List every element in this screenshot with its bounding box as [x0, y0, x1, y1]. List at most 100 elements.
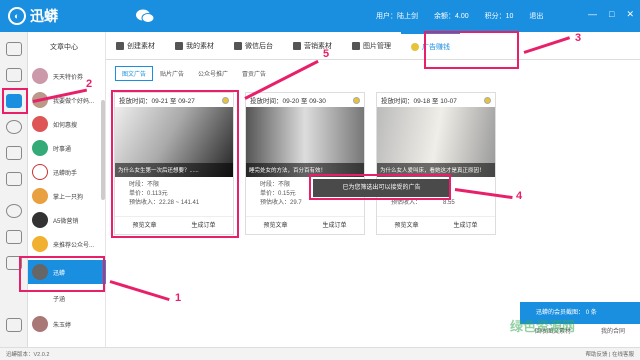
status-bar: 迅蟒版本：V2.0.2 帮助反馈 | 在线客服 [0, 347, 640, 360]
avatar [32, 68, 48, 84]
sidebar-item-label: 时事通 [53, 146, 72, 153]
grid-icon [175, 41, 183, 50]
sidebar-title: 文章中心 [50, 44, 78, 51]
help-link[interactable]: 帮助反馈 [585, 352, 607, 358]
preview-button[interactable]: 预览文章 [377, 217, 436, 234]
sidebar-item[interactable]: 时事通 [28, 136, 106, 160]
ad-card[interactable]: 投放时间：09-18 至 10-07 为什么女人爱叫床，看她这才是真正原因！ 时… [376, 92, 496, 235]
edit-icon[interactable] [6, 172, 22, 186]
chat-icon[interactable] [6, 318, 22, 332]
home-icon[interactable] [6, 42, 22, 56]
watermark: 绿色资源网 [510, 319, 576, 334]
annotation-box-5 [111, 90, 239, 238]
annotation-box-1 [19, 256, 105, 292]
card-image: 为什么女人爱叫床，看她这才是真正原因！ [377, 107, 495, 177]
annotation-box-2 [2, 88, 28, 114]
ad-card[interactable]: 投放时间：09-20 至 09-30 睡完处女的方法，百分百有效！ 时段：不限 … [245, 92, 365, 235]
image-icon [352, 41, 360, 50]
avatar [32, 116, 48, 132]
card-image: 睡完处女的方法，百分百有效！ [246, 107, 364, 177]
card-period: 投放时间：09-20 至 09-30 [250, 98, 326, 105]
card-header: 投放时间：09-18 至 10-07 [377, 93, 495, 107]
refresh-icon[interactable] [6, 146, 22, 160]
card-header: 投放时间：09-20 至 09-30 [246, 93, 364, 107]
sidebar-scrollbar[interactable] [101, 100, 105, 200]
annotation-label-3: 3 [575, 32, 582, 44]
annotation-label-2: 2 [86, 78, 93, 90]
version-text: 迅蟒版本：V2.0.2 [6, 352, 50, 358]
subtab-sticker[interactable]: 贴片广告 [153, 66, 191, 81]
tab-create[interactable]: 创建素材 [106, 32, 165, 60]
sidebar-item-label: 迅蟒助手 [53, 170, 78, 177]
balance-value: 4.00 [455, 13, 469, 20]
tab-label: 创建素材 [127, 42, 155, 50]
sidebar-item[interactable]: 如何惠搜 [28, 112, 106, 136]
logout-link[interactable]: 退出 [529, 11, 543, 21]
subtab-image-text[interactable]: 图文广告 [115, 66, 154, 81]
sidebar-item-label: 子涵 [53, 296, 66, 303]
balance-label: 余额： [434, 13, 455, 20]
sidebar-item[interactable]: 来推荐公众号... [28, 232, 106, 256]
sidebar-item-label: 如何惠搜 [53, 122, 78, 129]
maximize-icon[interactable]: □ [609, 9, 614, 20]
annotation-arrow-1 [109, 280, 170, 302]
image-icon[interactable] [6, 230, 22, 244]
tab-wechat-backend[interactable]: 微信后台 [224, 32, 283, 60]
create-order-button[interactable]: 生成订单 [436, 217, 495, 234]
tab-marketing[interactable]: 营销素材 [283, 32, 342, 60]
avatar [32, 188, 48, 204]
pen-icon [116, 41, 124, 50]
subtab-other[interactable]: 冒贡广告 [235, 66, 273, 81]
user-icon[interactable] [6, 204, 22, 218]
tab-label: 我的素材 [186, 42, 214, 50]
sidebar-item[interactable]: 掌上一只狗 [28, 184, 106, 208]
preview-button[interactable]: 预览文章 [246, 217, 305, 234]
sidebar-item[interactable]: 朱玉婷 [28, 312, 106, 336]
top-bar: ◐ 迅蟒 用户：陆上剑 余额：4.00 积分：10 退出 — □ ✕ [0, 0, 640, 32]
create-order-button[interactable]: 生成订单 [305, 217, 364, 234]
promo-count: 0 条 [585, 310, 597, 316]
monitor-icon[interactable] [6, 68, 22, 82]
card-income: 预估收入： [391, 200, 422, 206]
minimize-icon[interactable]: — [588, 9, 597, 20]
chart-icon [293, 41, 301, 50]
avatar [32, 316, 48, 332]
avatar [32, 164, 48, 180]
avatar [32, 212, 48, 228]
tab-images[interactable]: 图片管理 [342, 32, 401, 60]
avatar [32, 140, 48, 156]
logo-icon: ◐ [8, 7, 26, 25]
annotation-box-4 [309, 174, 451, 200]
subtab-account-promo[interactable]: 公众号推广 [191, 66, 235, 81]
main-tabs: 创建素材 我的素材 微信后台 营销素材 图片管理 广告赚钱 [106, 31, 640, 60]
left-icon-nav [0, 32, 28, 347]
user-name: 陆上剑 [397, 13, 418, 20]
tab-my-materials[interactable]: 我的素材 [165, 32, 224, 60]
settings-icon[interactable] [6, 120, 22, 134]
app-name: 迅蟒 [30, 8, 58, 24]
coin-icon [484, 96, 491, 104]
sidebar-item[interactable]: 迅蟒助手 [28, 160, 106, 184]
card-income: 预估收入：29.7 [260, 200, 302, 206]
sidebar-item[interactable]: 天天特价券 [28, 64, 106, 88]
ad-subtabs: 图文广告 贴片广告 公众号推广 冒贡广告 [115, 66, 273, 81]
window-controls: — □ ✕ [588, 9, 634, 20]
account-sidebar: 文章中心 天天特价券 我要做个好妈... 如何惠搜 时事通 迅蟒助手 掌上一只狗… [28, 32, 106, 347]
app-logo: ◐ 迅蟒 [8, 6, 58, 26]
wechat-icon[interactable] [135, 8, 155, 24]
sidebar-item-label: 朱玉婷 [53, 322, 72, 329]
tab-label: 图片管理 [363, 42, 391, 50]
points-label: 积分： [484, 13, 506, 20]
user-info: 用户：陆上剑 余额：4.00 积分：10 退出 [376, 11, 543, 21]
close-icon[interactable]: ✕ [626, 9, 634, 20]
sidebar-item-label: 天天特价券 [53, 74, 84, 81]
card-actions: 预览文章 生成订单 [246, 216, 364, 234]
sidebar-item-label: A5微营销 [53, 218, 79, 225]
gear-icon [234, 41, 242, 50]
annotation-label-4: 4 [516, 190, 523, 202]
promo-right-link[interactable]: 我的合同 [601, 324, 625, 340]
sidebar-item-label: 掌上一只狗 [53, 194, 84, 201]
online-service-link[interactable]: 在线客服 [612, 352, 634, 358]
sidebar-item-label: 来推荐公众号... [53, 242, 95, 249]
sidebar-item[interactable]: A5微营销 [28, 208, 106, 232]
